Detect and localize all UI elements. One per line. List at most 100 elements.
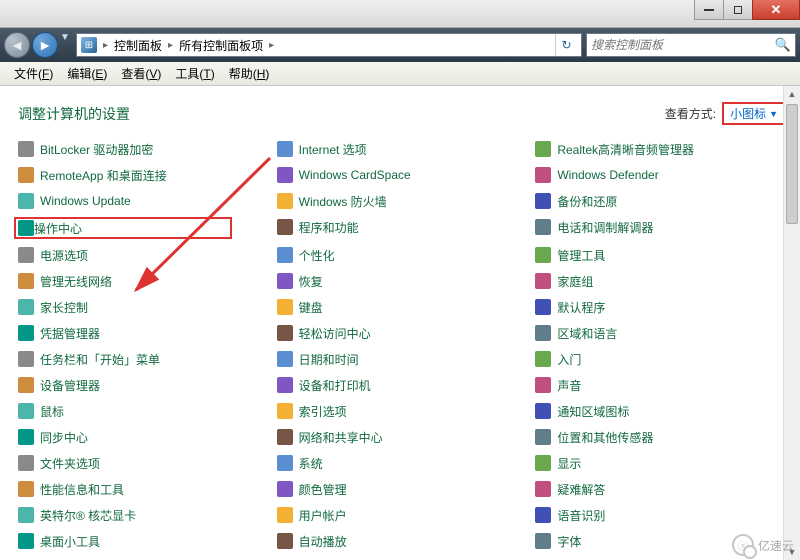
refresh-button[interactable]: ↻	[555, 34, 577, 56]
item-icon	[535, 247, 551, 263]
item-icon	[18, 455, 34, 471]
control-panel-item[interactable]: 备份和还原	[535, 191, 786, 211]
window-titlebar: ✕	[0, 0, 800, 28]
item-label: 疑难解答	[557, 481, 605, 498]
control-panel-item[interactable]: 显示	[535, 453, 786, 473]
highlight-box: 操作中心	[14, 217, 232, 239]
breadcrumb-sep-icon[interactable]: ▸	[269, 40, 274, 51]
item-label: 设备管理器	[40, 377, 100, 394]
item-label: Realtek高清晰音频管理器	[557, 141, 694, 158]
control-panel-item[interactable]: 程序和功能	[277, 217, 528, 237]
control-panel-item[interactable]: 键盘	[277, 297, 528, 317]
view-by-value: 小图标	[730, 105, 766, 122]
item-icon	[18, 507, 34, 523]
control-panel-item[interactable]: 通知区域图标	[535, 401, 786, 421]
control-panel-item[interactable]: 性能信息和工具	[18, 479, 269, 499]
item-icon	[18, 247, 34, 263]
item-icon	[18, 403, 34, 419]
maximize-button[interactable]	[723, 0, 753, 20]
breadcrumb-sep-icon[interactable]: ▸	[168, 40, 173, 51]
item-icon	[277, 507, 293, 523]
item-icon	[277, 455, 293, 471]
control-panel-item[interactable]: 系统	[277, 453, 528, 473]
control-panel-item[interactable]: 电源选项	[18, 245, 269, 265]
scrollbar-thumb[interactable]	[786, 104, 798, 224]
search-box[interactable]: 🔍	[586, 33, 796, 57]
control-panel-item[interactable]: 自动播放	[277, 531, 528, 551]
item-label: 管理无线网络	[40, 273, 112, 290]
breadcrumb-all-items[interactable]: 所有控制面板项	[179, 37, 263, 54]
control-panel-item[interactable]: Windows 防火墙	[277, 191, 528, 211]
control-panel-item[interactable]: Internet 选项	[277, 139, 528, 159]
item-icon	[535, 141, 551, 157]
item-label: 系统	[299, 455, 323, 472]
menu-f[interactable]: 文件(F)	[8, 63, 59, 84]
forward-button[interactable]: ►	[32, 32, 58, 58]
watermark-text: 亿速云	[758, 537, 794, 554]
control-panel-item[interactable]: Windows Update	[18, 191, 269, 211]
item-label: 凭据管理器	[40, 325, 100, 342]
nav-arrows: ◄ ► ▼	[4, 32, 72, 58]
address-bar[interactable]: ⊞ ▸ 控制面板 ▸ 所有控制面板项 ▸ ↻	[76, 33, 582, 57]
search-icon[interactable]: 🔍	[775, 37, 791, 53]
control-panel-item[interactable]: 入门	[535, 349, 786, 369]
control-panel-item[interactable]: 桌面小工具	[18, 531, 269, 551]
item-icon	[18, 220, 34, 236]
control-panel-item[interactable]: 恢复	[277, 271, 528, 291]
control-panel-item[interactable]: 轻松访问中心	[277, 323, 528, 343]
control-panel-item[interactable]: 声音	[535, 375, 786, 395]
control-panel-item[interactable]: 文件夹选项	[18, 453, 269, 473]
control-panel-item[interactable]: 疑难解答	[535, 479, 786, 499]
view-by-dropdown[interactable]: 小图标 ▼	[722, 102, 786, 125]
control-panel-item[interactable]: 网络和共享中心	[277, 427, 528, 447]
item-icon	[535, 533, 551, 549]
menu-h[interactable]: 帮助(H)	[223, 63, 276, 84]
control-panel-item[interactable]: 区域和语言	[535, 323, 786, 343]
page-title: 调整计算机的设置	[18, 104, 130, 124]
close-button[interactable]: ✕	[752, 0, 800, 20]
control-panel-item[interactable]: 凭据管理器	[18, 323, 269, 343]
control-panel-item[interactable]: 个性化	[277, 245, 528, 265]
control-panel-item[interactable]: 家长控制	[18, 297, 269, 317]
control-panel-item[interactable]: RemoteApp 和桌面连接	[18, 165, 269, 185]
control-panel-item[interactable]: 颜色管理	[277, 479, 528, 499]
item-icon	[277, 481, 293, 497]
control-panel-item[interactable]: 家庭组	[535, 271, 786, 291]
control-panel-item[interactable]: 用户帐户	[277, 505, 528, 525]
item-label: 任务栏和「开始」菜单	[40, 351, 160, 368]
control-panel-item[interactable]: 默认程序	[535, 297, 786, 317]
menu-v[interactable]: 查看(V)	[115, 63, 167, 84]
control-panel-item[interactable]: 同步中心	[18, 427, 269, 447]
nav-history-dropdown[interactable]: ▼	[60, 32, 72, 58]
back-button[interactable]: ◄	[4, 32, 30, 58]
item-icon	[18, 533, 34, 549]
menu-e[interactable]: 编辑(E)	[61, 63, 113, 84]
control-panel-item[interactable]: 英特尔® 核芯显卡	[18, 505, 269, 525]
control-panel-item[interactable]: 位置和其他传感器	[535, 427, 786, 447]
control-panel-item[interactable]: Windows CardSpace	[277, 165, 528, 185]
minimize-button[interactable]	[694, 0, 724, 20]
scroll-up-icon[interactable]: ▲	[784, 86, 800, 102]
control-panel-item[interactable]: 设备和打印机	[277, 375, 528, 395]
vertical-scrollbar[interactable]: ▲ ▼	[783, 86, 800, 560]
item-icon	[535, 507, 551, 523]
control-panel-item[interactable]: 管理无线网络	[18, 271, 269, 291]
control-panel-item[interactable]: 任务栏和「开始」菜单	[18, 349, 269, 369]
search-input[interactable]	[591, 38, 775, 52]
breadcrumb-control-panel[interactable]: 控制面板	[114, 37, 162, 54]
control-panel-item[interactable]: 语音识别	[535, 505, 786, 525]
breadcrumb-sep-icon[interactable]: ▸	[103, 40, 108, 51]
control-panel-item[interactable]: Realtek高清晰音频管理器	[535, 139, 786, 159]
control-panel-item[interactable]: 索引选项	[277, 401, 528, 421]
control-panel-item[interactable]: 设备管理器	[18, 375, 269, 395]
control-panel-item[interactable]: 日期和时间	[277, 349, 528, 369]
control-panel-item[interactable]: 管理工具	[535, 245, 786, 265]
control-panel-item[interactable]: Windows Defender	[535, 165, 786, 185]
item-label: Windows Update	[40, 194, 131, 208]
control-panel-item[interactable]: 电话和调制解调器	[535, 217, 786, 237]
menu-t[interactable]: 工具(T)	[169, 63, 220, 84]
control-panel-item[interactable]: 鼠标	[18, 401, 269, 421]
control-panel-item[interactable]: BitLocker 驱动器加密	[18, 139, 269, 159]
item-icon	[18, 193, 34, 209]
control-panel-item[interactable]: 操作中心	[18, 217, 269, 239]
